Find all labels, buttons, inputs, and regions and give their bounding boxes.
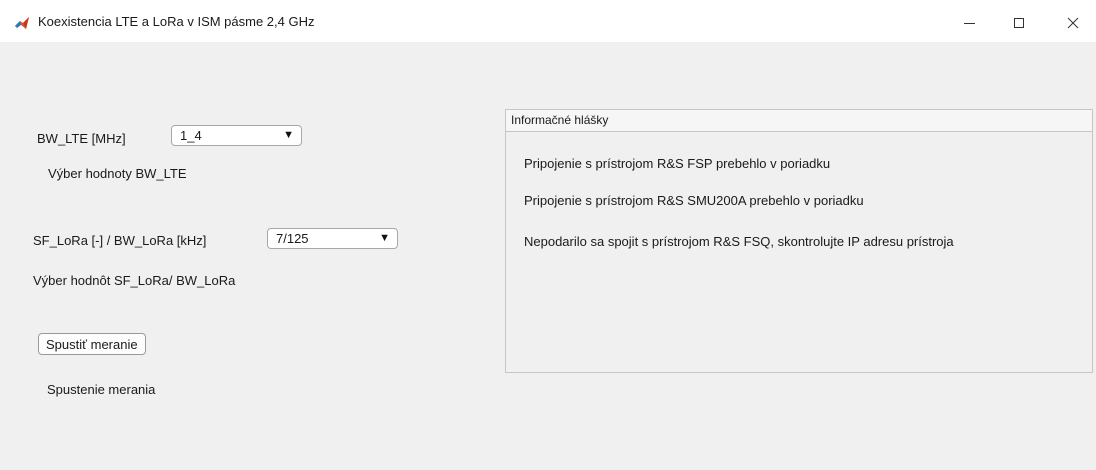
info-message: Pripojenie s prístrojom R&S SMU200A preb… — [524, 193, 864, 208]
bw-lte-caption: Výber hodnoty BW_LTE — [48, 166, 187, 181]
bw-lte-selected-value: 1_4 — [180, 128, 202, 143]
info-message: Nepodarilo sa spojit s prístrojom R&S FS… — [524, 234, 954, 249]
sf-lora-dropdown[interactable]: 7/125 ▼ — [267, 228, 398, 249]
matlab-icon — [14, 15, 30, 31]
dropdown-arrow-icon: ▼ — [379, 232, 390, 244]
info-messages-panel: Informačné hlášky Pripojenie s prístrojo… — [505, 109, 1093, 373]
start-measurement-button[interactable]: Spustiť meranie — [38, 333, 146, 355]
dropdown-arrow-icon: ▼ — [283, 129, 294, 141]
close-button[interactable] — [1050, 8, 1096, 38]
info-panel-title: Informačné hlášky — [506, 110, 1092, 132]
sf-lora-label: SF_LoRa [-] / BW_LoRa [kHz] — [33, 233, 207, 248]
maximize-icon — [1014, 18, 1024, 28]
sf-lora-selected-value: 7/125 — [276, 231, 309, 246]
bw-lte-label: BW_LTE [MHz] — [37, 131, 126, 146]
bw-lte-dropdown[interactable]: 1_4 ▼ — [171, 125, 302, 146]
minimize-button[interactable] — [946, 8, 992, 38]
measurement-caption: Spustenie merania — [47, 382, 156, 397]
minimize-icon — [963, 22, 975, 24]
window-title: Koexistencia LTE a LoRa v ISM pásme 2,4 … — [38, 14, 315, 29]
info-message: Pripojenie s prístrojom R&S FSP prebehlo… — [524, 156, 831, 171]
sf-lora-caption: Výber hodnôt SF_LoRa/ BW_LoRa — [33, 273, 236, 288]
maximize-button[interactable] — [996, 8, 1042, 38]
close-icon — [1067, 17, 1079, 29]
title-bar: Koexistencia LTE a LoRa v ISM pásme 2,4 … — [0, 0, 1096, 42]
